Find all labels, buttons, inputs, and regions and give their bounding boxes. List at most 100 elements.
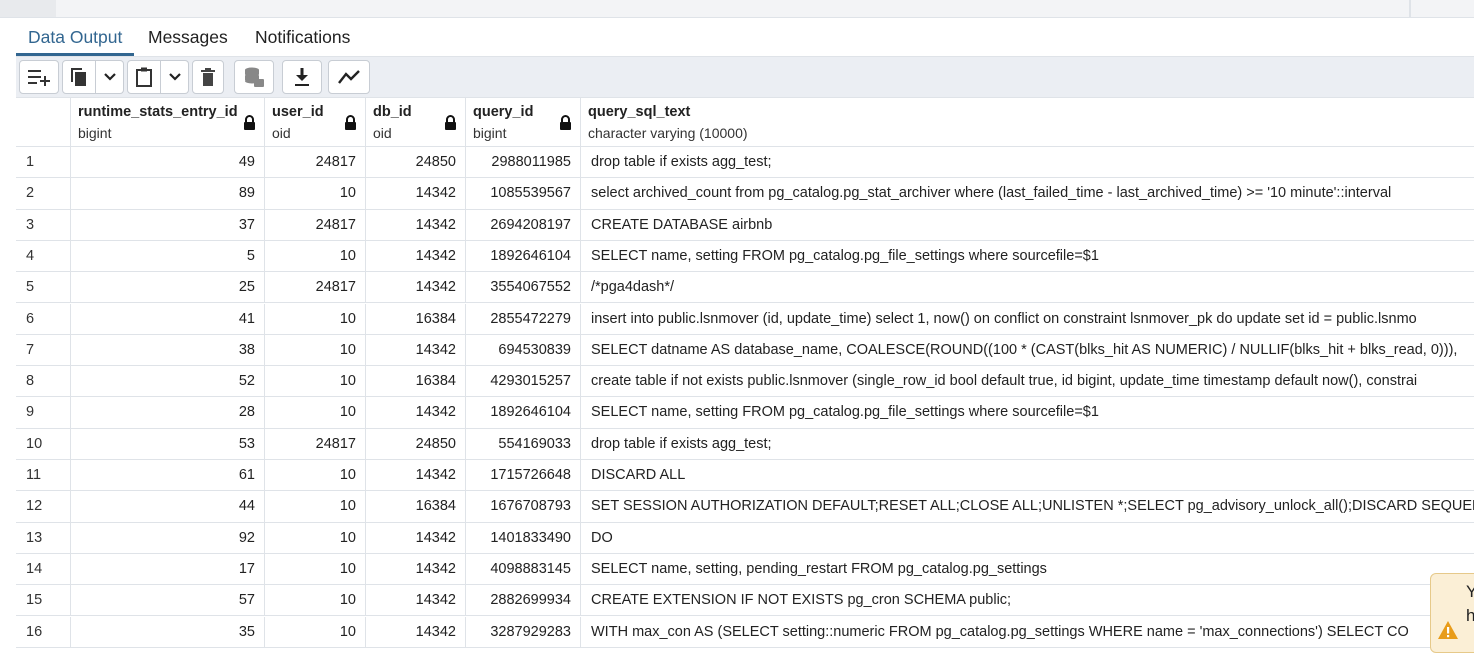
row-number[interactable]: 7: [16, 334, 71, 367]
table-row[interactable]: 1 49 24817 24850 2988011985 drop table if exi…: [16, 147, 1474, 179]
cell-query-sql-text[interactable]: SELECT name, setting FROM pg_catalog.pg_…: [581, 241, 1474, 273]
column-header-query-id[interactable]: query_id bigint: [466, 98, 581, 147]
cell-runtime-stats-entry-id[interactable]: 57: [71, 585, 265, 617]
cell-query-sql-text[interactable]: CREATE EXTENSION IF NOT EXISTS pg_cron S…: [581, 585, 1474, 617]
cell-runtime-stats-entry-id[interactable]: 35: [71, 616, 265, 648]
download-button[interactable]: [282, 60, 322, 94]
column-header-runtime-stats-entry-id[interactable]: runtime_stats_entry_id bigint: [71, 98, 265, 147]
cell-runtime-stats-entry-id[interactable]: 28: [71, 397, 265, 429]
cell-db-id[interactable]: 14342: [366, 178, 466, 210]
cell-query-id[interactable]: 1401833490: [466, 522, 581, 554]
table-row[interactable]: 2 89 10 14342 1085539567 select archived_coun…: [16, 178, 1474, 210]
cell-query-id[interactable]: 2694208197: [466, 209, 581, 241]
row-number[interactable]: 8: [16, 366, 71, 398]
graph-visualiser-button[interactable]: [328, 60, 370, 94]
column-header-query-sql-text[interactable]: query_sql_text character varying (10000): [581, 98, 1474, 147]
cell-query-sql-text[interactable]: DISCARD ALL: [581, 460, 1474, 492]
table-row[interactable]: 9 28 10 14342 1892646104 SELECT name, setting…: [16, 397, 1474, 429]
cell-runtime-stats-entry-id[interactable]: 52: [71, 366, 265, 398]
row-number[interactable]: 4: [16, 240, 71, 273]
cell-query-sql-text[interactable]: drop table if exists agg_test;: [581, 147, 1474, 179]
cell-query-id[interactable]: 1892646104: [466, 240, 581, 273]
cell-runtime-stats-entry-id[interactable]: 53: [71, 428, 265, 460]
cell-query-sql-text[interactable]: SET SESSION AUTHORIZATION DEFAULT;RESET …: [581, 491, 1474, 523]
row-number[interactable]: 15: [16, 585, 71, 617]
cell-db-id[interactable]: 16384: [366, 303, 466, 335]
copy-button[interactable]: [62, 60, 96, 94]
cell-runtime-stats-entry-id[interactable]: 92: [71, 522, 265, 554]
cell-db-id[interactable]: 24850: [366, 147, 466, 179]
table-row[interactable]: 5 25 24817 14342 3554067552/*pga4dash*/: [16, 272, 1474, 304]
cell-query-id[interactable]: 1892646104: [466, 397, 581, 429]
cell-db-id[interactable]: 14342: [366, 334, 466, 367]
cell-db-id[interactable]: 24850: [366, 428, 466, 460]
row-number[interactable]: 1: [16, 147, 71, 179]
table-row[interactable]: 8 52 10 16384 4293015257 create table if not …: [16, 366, 1474, 398]
cell-query-id[interactable]: 4098883145: [466, 553, 581, 586]
table-row[interactable]: 4 5 10 14342 1892646104 SELECT name, setting …: [16, 240, 1474, 273]
table-row[interactable]: 3 37 24817 14342 2694208197 CREATE DATABASE a…: [16, 209, 1474, 241]
row-number[interactable]: 3: [16, 209, 71, 241]
cell-user-id[interactable]: 24817: [265, 147, 366, 179]
cell-query-sql-text[interactable]: drop table if exists agg_test;: [581, 429, 1474, 460]
cell-query-id[interactable]: 2882699934: [466, 585, 581, 617]
paste-options-button[interactable]: [161, 60, 189, 94]
cell-query-sql-text[interactable]: SELECT datname AS database_name, COALESC…: [581, 335, 1474, 367]
table-row[interactable]: 15 57 10 14342 2882699934 CREATE EXTENSION IF…: [16, 585, 1474, 617]
cell-query-id[interactable]: 2855472279: [466, 303, 581, 335]
cell-query-id[interactable]: 1085539567: [466, 178, 581, 210]
cell-user-id[interactable]: 10: [265, 303, 366, 335]
cell-query-sql-text[interactable]: DO: [581, 523, 1474, 554]
cell-query-id[interactable]: 3287929283: [466, 616, 581, 648]
cell-query-sql-text[interactable]: SELECT name, setting, pending_restart FR…: [581, 554, 1474, 586]
cell-runtime-stats-entry-id[interactable]: 17: [71, 553, 265, 586]
table-row[interactable]: 14 17 10 14342 4098883145 SELECT name, settin…: [16, 553, 1474, 586]
panel-divider[interactable]: [1409, 0, 1411, 17]
row-number[interactable]: 6: [16, 303, 71, 335]
cell-query-sql-text[interactable]: insert into public.lsnmover (id, update_…: [581, 304, 1474, 335]
table-row[interactable]: 12 44 10 16384 1676708793 SET SESSION AUTHORI…: [16, 491, 1474, 523]
cell-runtime-stats-entry-id[interactable]: 44: [71, 491, 265, 523]
column-header-user-id[interactable]: user_id oid: [265, 98, 366, 147]
cell-db-id[interactable]: 14342: [366, 522, 466, 554]
row-number[interactable]: 10: [16, 428, 71, 460]
copy-options-button[interactable]: [96, 60, 124, 94]
cell-db-id[interactable]: 14342: [366, 397, 466, 429]
cell-runtime-stats-entry-id[interactable]: 49: [71, 147, 265, 179]
delete-row-button[interactable]: [192, 60, 224, 94]
table-row[interactable]: 16 35 10 14342 3287929283 WITH max_con AS (SE…: [16, 616, 1474, 648]
cell-user-id[interactable]: 10: [265, 460, 366, 492]
cell-query-sql-text[interactable]: WITH max_con AS (SELECT setting::numeric…: [581, 617, 1474, 648]
row-number[interactable]: 5: [16, 272, 71, 304]
cell-db-id[interactable]: 16384: [366, 366, 466, 398]
cell-query-id[interactable]: 2988011985: [466, 147, 581, 179]
cell-runtime-stats-entry-id[interactable]: 25: [71, 272, 265, 304]
cell-query-sql-text[interactable]: SELECT name, setting FROM pg_catalog.pg_…: [581, 397, 1474, 429]
tab-messages[interactable]: Messages: [136, 18, 240, 56]
cell-query-sql-text[interactable]: create table if not exists public.lsnmov…: [581, 366, 1474, 398]
cell-query-id[interactable]: 1715726648: [466, 460, 581, 492]
cell-runtime-stats-entry-id[interactable]: 37: [71, 209, 265, 241]
cell-query-id[interactable]: 1676708793: [466, 491, 581, 523]
table-row[interactable]: 7 38 10 14342 694530839 SELECT datname AS dat…: [16, 334, 1474, 367]
cell-query-id[interactable]: 4293015257: [466, 366, 581, 398]
cell-query-id[interactable]: 3554067552: [466, 272, 581, 304]
cell-user-id[interactable]: 10: [265, 366, 366, 398]
cell-query-id[interactable]: 694530839: [466, 334, 581, 367]
table-row[interactable]: 11 61 10 14342 1715726648 DISCARD ALL: [16, 460, 1474, 492]
table-row[interactable]: 10 53 24817 24850 554169033 drop table if exi…: [16, 428, 1474, 460]
paste-button[interactable]: [127, 60, 161, 94]
cell-runtime-stats-entry-id[interactable]: 38: [71, 334, 265, 367]
cell-runtime-stats-entry-id[interactable]: 61: [71, 460, 265, 492]
cell-runtime-stats-entry-id[interactable]: 5: [71, 240, 265, 273]
cell-user-id[interactable]: 10: [265, 178, 366, 210]
cell-runtime-stats-entry-id[interactable]: 89: [71, 178, 265, 210]
cell-db-id[interactable]: 16384: [366, 491, 466, 523]
table-row[interactable]: 13 92 10 14342 1401833490 DO: [16, 522, 1474, 554]
row-number[interactable]: 2: [16, 178, 71, 210]
row-number[interactable]: 11: [16, 460, 71, 492]
cell-db-id[interactable]: 14342: [366, 460, 466, 492]
cell-db-id[interactable]: 14342: [366, 616, 466, 648]
row-number[interactable]: 16: [16, 616, 71, 648]
cell-user-id[interactable]: 24817: [265, 209, 366, 241]
